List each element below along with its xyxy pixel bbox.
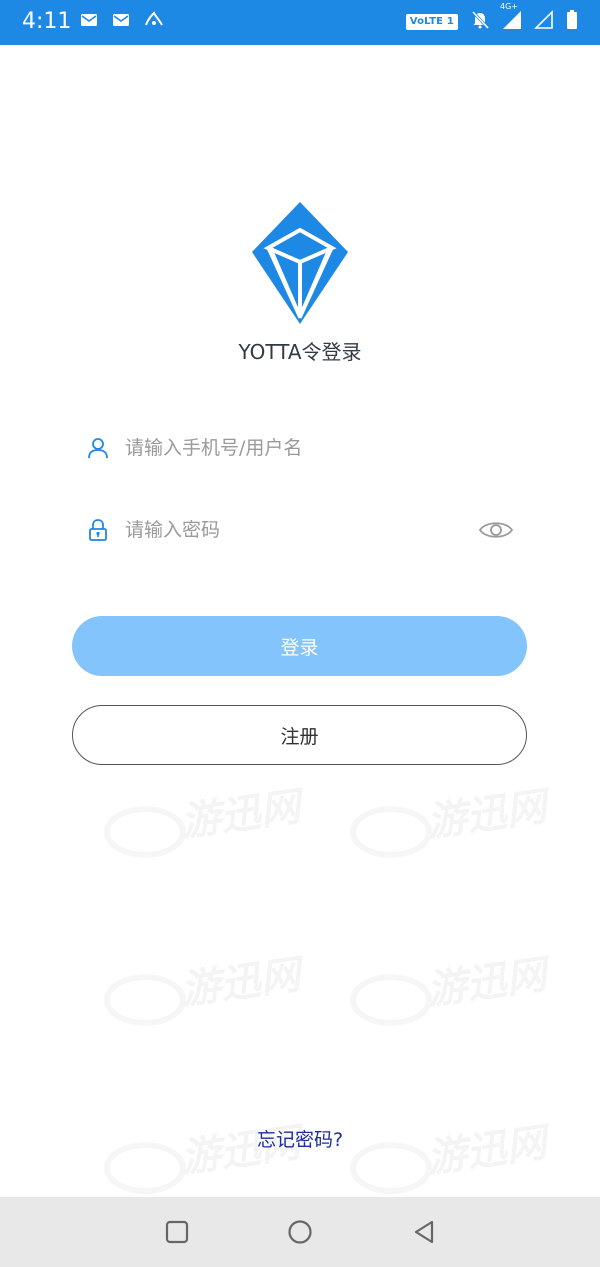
volte-badge: VoLTE 1 xyxy=(405,14,458,30)
watermark-text: 游迅网 xyxy=(177,942,304,1016)
watermark-logo xyxy=(350,806,432,858)
watermark-logo xyxy=(104,974,186,1026)
register-button[interactable]: 注册 xyxy=(72,705,527,765)
system-status-icons: VoLTE 1 4G+ xyxy=(405,2,578,34)
lock-icon xyxy=(85,517,111,543)
recents-square-icon[interactable] xyxy=(164,1219,190,1245)
app-title: YOTTA令登录 xyxy=(238,340,362,364)
home-circle-icon[interactable] xyxy=(287,1219,313,1245)
watermark-logo xyxy=(350,974,432,1026)
battery-icon xyxy=(566,10,578,34)
notification-icons xyxy=(80,11,164,33)
bell-off-icon xyxy=(470,10,490,34)
show-password-eye-icon[interactable] xyxy=(477,517,515,543)
watermark-text: 游迅网 xyxy=(177,774,304,848)
username-input[interactable] xyxy=(125,437,525,459)
status-bar: 4:11 VoLTE 1 4G+ xyxy=(0,0,600,45)
login-screen: 4:11 VoLTE 1 4G+ YOTTA令登录 请输入手机号/用户名 登录 … xyxy=(0,0,600,1267)
login-button[interactable]: 登录 xyxy=(72,616,527,676)
watermark-logo xyxy=(104,806,186,858)
password-input[interactable] xyxy=(125,519,477,541)
gmail-icon xyxy=(80,12,98,32)
app-notification-icon xyxy=(144,11,164,33)
back-triangle-icon[interactable] xyxy=(411,1219,437,1245)
system-nav-bar xyxy=(0,1197,600,1267)
signal-icon: 4G+ xyxy=(500,2,522,34)
app-logo xyxy=(250,200,350,326)
watermark-text: 游迅网 xyxy=(423,942,550,1016)
watermark-text: 游迅网 xyxy=(423,774,550,848)
username-field-row xyxy=(85,426,525,470)
password-field-row xyxy=(85,508,525,552)
gmail-icon xyxy=(112,12,130,32)
status-time: 4:11 xyxy=(22,9,72,34)
user-icon xyxy=(85,435,111,461)
signal-empty-icon xyxy=(534,10,554,34)
network-type-label: 4G+ xyxy=(500,2,518,11)
forgot-password-link[interactable]: 忘记密码? xyxy=(0,1125,600,1152)
